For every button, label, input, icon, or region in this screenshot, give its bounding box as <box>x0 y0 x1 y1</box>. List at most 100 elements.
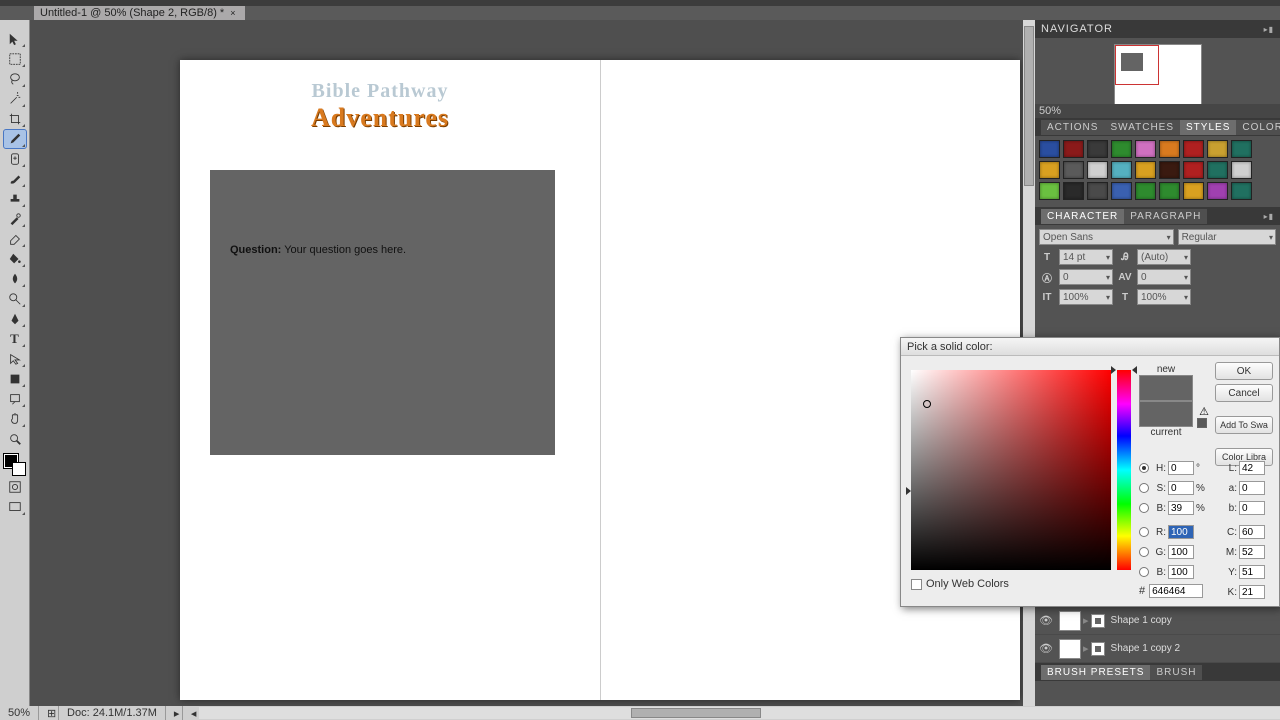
hue-radio[interactable] <box>1139 463 1149 473</box>
color-swatches[interactable] <box>4 454 26 476</box>
style-swatch[interactable] <box>1183 161 1204 179</box>
r-input[interactable] <box>1168 525 1194 539</box>
tab-styles[interactable]: STYLES <box>1180 120 1236 135</box>
crop-tool[interactable] <box>4 110 26 128</box>
new-color-swatch[interactable] <box>1139 375 1193 401</box>
b-input[interactable] <box>1168 565 1194 579</box>
tab-swatches[interactable]: SWATCHES <box>1104 120 1180 135</box>
bright-input[interactable] <box>1168 501 1194 515</box>
layer-row[interactable]: 👁 ▸ Shape 1 copy 2 <box>1035 635 1280 663</box>
style-swatch[interactable] <box>1159 140 1180 158</box>
saturation-value-field[interactable] <box>911 370 1111 570</box>
style-swatch[interactable] <box>1135 182 1156 200</box>
tab-character[interactable]: CHARACTER <box>1041 209 1124 224</box>
warning-icon[interactable]: ⚠ <box>1197 404 1211 418</box>
bucket-tool[interactable] <box>4 250 26 268</box>
tab-brush-presets[interactable]: BRUSH PRESETS <box>1041 665 1150 680</box>
pen-tool[interactable] <box>4 310 26 328</box>
style-swatch[interactable] <box>1135 140 1156 158</box>
cancel-button[interactable]: Cancel <box>1215 384 1273 402</box>
warning-swatch[interactable] <box>1197 418 1207 428</box>
l-input[interactable] <box>1239 461 1265 475</box>
style-swatch[interactable] <box>1039 182 1060 200</box>
style-swatch[interactable] <box>1087 161 1108 179</box>
m-input[interactable] <box>1239 545 1265 559</box>
navigator-thumb[interactable] <box>1114 44 1202 106</box>
eraser-tool[interactable] <box>4 230 26 248</box>
hscale-input[interactable]: 100% <box>1137 289 1191 305</box>
notes-tool[interactable] <box>4 390 26 408</box>
style-swatch[interactable] <box>1063 182 1084 200</box>
sat-radio[interactable] <box>1139 483 1149 493</box>
style-swatch[interactable] <box>1063 140 1084 158</box>
style-swatch[interactable] <box>1183 140 1204 158</box>
style-swatch[interactable] <box>1231 140 1252 158</box>
sat-input[interactable] <box>1168 481 1194 495</box>
font-family-select[interactable]: Open Sans <box>1039 229 1174 245</box>
canvas-area[interactable]: Bible Pathway Adventures Question: Your … <box>30 20 1035 706</box>
lasso-tool[interactable] <box>4 70 26 88</box>
style-swatch[interactable] <box>1231 161 1252 179</box>
style-swatch[interactable] <box>1039 140 1060 158</box>
status-menu-icon[interactable]: ▸ <box>166 706 183 720</box>
style-swatch[interactable] <box>1039 161 1060 179</box>
shape-tool[interactable] <box>4 370 26 388</box>
a-input[interactable] <box>1239 481 1265 495</box>
style-swatch[interactable] <box>1183 182 1204 200</box>
hex-input[interactable] <box>1149 584 1203 598</box>
tracking-select[interactable]: 0 <box>1137 269 1191 285</box>
status-zoom[interactable]: 50% <box>0 706 39 720</box>
text-tool[interactable]: T <box>4 330 26 348</box>
style-swatch[interactable] <box>1111 182 1132 200</box>
heal-tool[interactable] <box>4 150 26 168</box>
blur-tool[interactable] <box>4 270 26 288</box>
b-radio[interactable] <box>1139 567 1149 577</box>
tab-color[interactable]: COLOR <box>1236 120 1280 135</box>
style-swatch[interactable] <box>1159 161 1180 179</box>
eye-icon[interactable]: 👁 <box>1039 642 1053 656</box>
horizontal-scrollbar[interactable] <box>199 707 1280 719</box>
tab-actions[interactable]: ACTIONS <box>1041 120 1104 135</box>
k-input[interactable] <box>1239 585 1265 599</box>
current-color-swatch[interactable] <box>1139 401 1193 427</box>
lab-b-input[interactable] <box>1239 501 1265 515</box>
style-swatch[interactable] <box>1159 182 1180 200</box>
style-swatch[interactable] <box>1087 182 1108 200</box>
c-input[interactable] <box>1239 525 1265 539</box>
web-colors-checkbox[interactable]: Only Web Colors <box>911 578 1009 590</box>
tab-paragraph[interactable]: PARAGRAPH <box>1124 209 1207 224</box>
r-radio[interactable] <box>1139 527 1149 537</box>
style-swatch[interactable] <box>1111 161 1132 179</box>
style-swatch[interactable] <box>1207 182 1228 200</box>
style-swatch[interactable] <box>1207 140 1228 158</box>
collapse-icon[interactable]: ▸▮ <box>1264 25 1274 34</box>
style-swatch[interactable] <box>1207 161 1228 179</box>
zoom-tool[interactable] <box>4 430 26 448</box>
collapse-icon[interactable]: ▸▮ <box>1264 212 1274 221</box>
layer-row[interactable]: 👁 ▸ Shape 1 copy <box>1035 607 1280 635</box>
dodge-tool[interactable] <box>4 290 26 308</box>
ok-button[interactable]: OK <box>1215 362 1273 380</box>
path-tool[interactable] <box>4 350 26 368</box>
scroll-left-icon[interactable]: ◂ <box>183 706 199 720</box>
kerning-select[interactable]: 0 <box>1059 269 1113 285</box>
close-icon[interactable]: × <box>230 8 235 18</box>
status-icon[interactable]: ⊞ <box>39 706 59 720</box>
style-swatch[interactable] <box>1231 182 1252 200</box>
hue-slider[interactable] <box>1117 370 1131 570</box>
style-swatch[interactable] <box>1135 161 1156 179</box>
vscale-input[interactable]: 100% <box>1059 289 1113 305</box>
font-size-select[interactable]: 14 pt <box>1059 249 1113 265</box>
tab-brush[interactable]: BRUSH <box>1150 665 1202 680</box>
hue-input[interactable] <box>1168 461 1194 475</box>
style-swatch[interactable] <box>1111 140 1132 158</box>
document-tab[interactable]: Untitled-1 @ 50% (Shape 2, RGB/8) * × <box>34 6 245 20</box>
eyedropper-tool[interactable] <box>4 130 26 148</box>
wand-tool[interactable] <box>4 90 26 108</box>
navigator-zoom[interactable]: 50% <box>1035 104 1280 118</box>
screenmode-tool[interactable] <box>4 498 26 516</box>
y-input[interactable] <box>1239 565 1265 579</box>
brush-tool[interactable] <box>4 170 26 188</box>
style-swatch[interactable] <box>1087 140 1108 158</box>
g-input[interactable] <box>1168 545 1194 559</box>
